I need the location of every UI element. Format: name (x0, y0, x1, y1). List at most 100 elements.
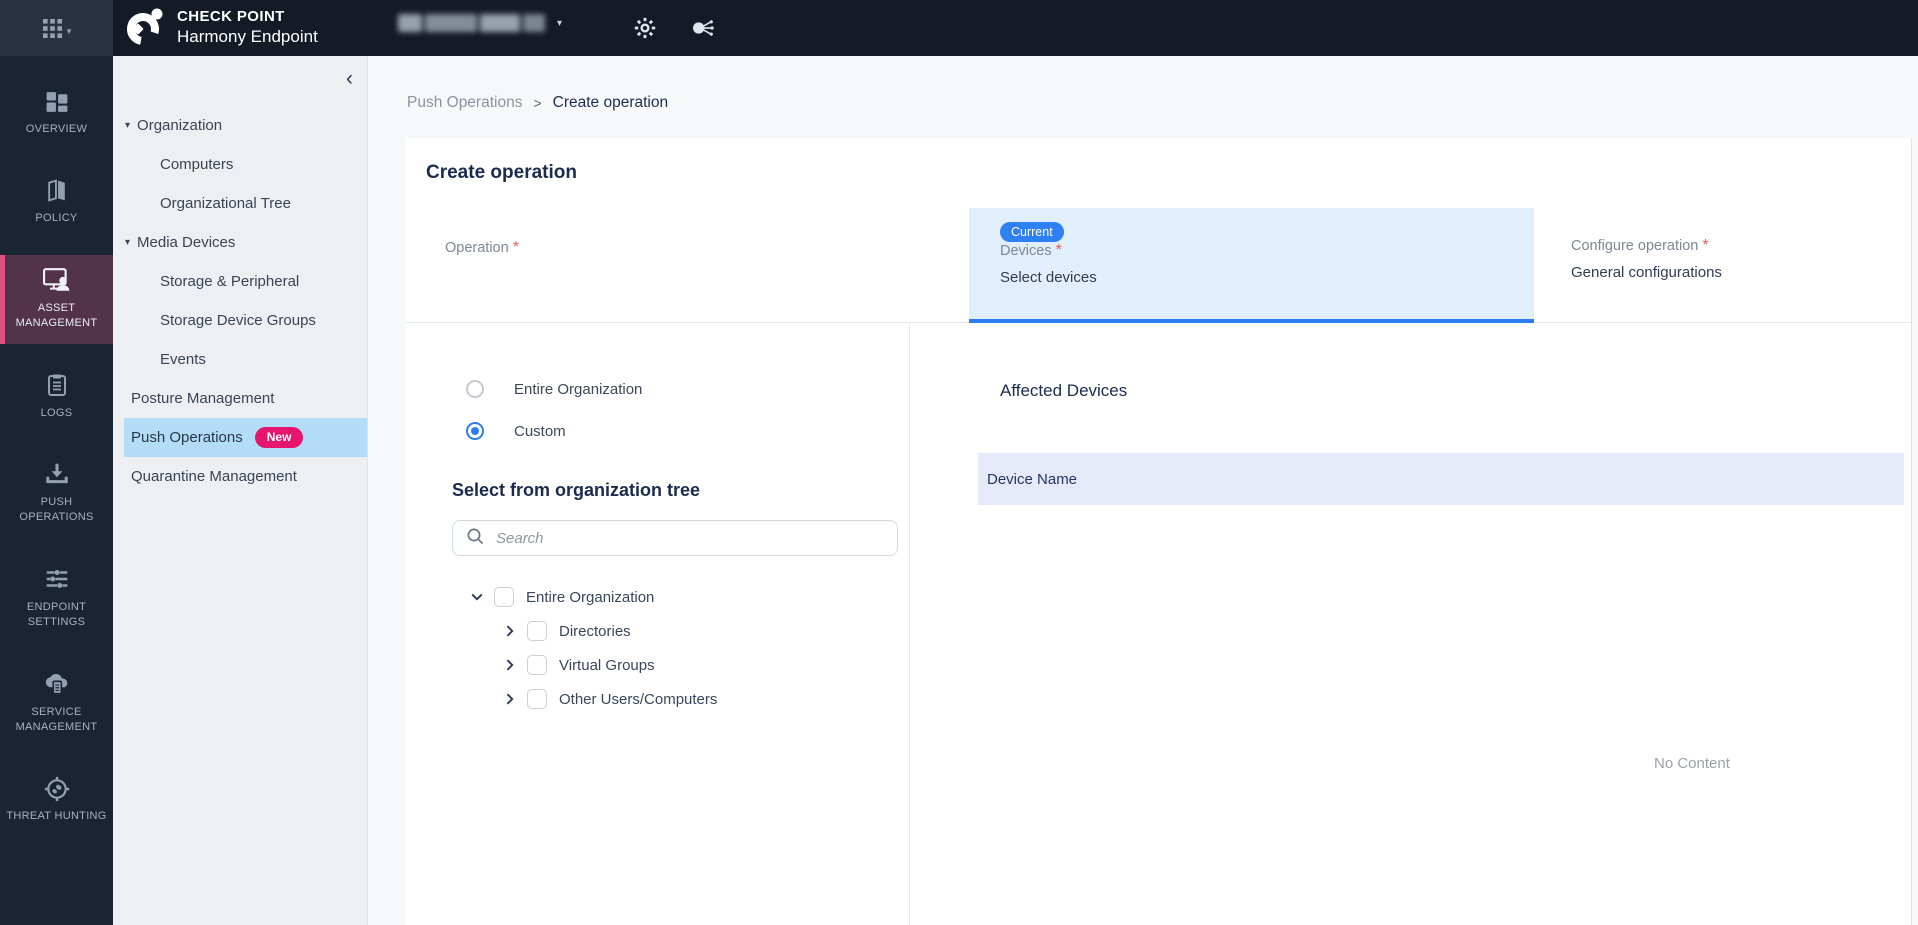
tree-checkbox[interactable] (527, 655, 547, 675)
tree-node-entire-organization[interactable]: Entire Organization (469, 580, 909, 614)
menu-label: Organizational Tree (160, 195, 291, 212)
menu-item-quarantine-management[interactable]: Quarantine Management (113, 457, 367, 496)
create-operation-card: Create operation Operation* Current Devi… (406, 138, 1912, 925)
step-configure-operation[interactable]: Configure operation* General configurati… (1534, 208, 1911, 323)
tree-node-virtual-groups[interactable]: Virtual Groups (502, 648, 909, 682)
affected-devices-heading: Affected Devices (1000, 381, 1127, 401)
menu-item-storage-device-groups[interactable]: Storage Device Groups (113, 301, 367, 340)
sidebar-item-label: LOGS (41, 406, 73, 421)
menu-item-posture-management[interactable]: Posture Management (113, 379, 367, 418)
settings-button[interactable] (630, 14, 660, 44)
step-devices-current[interactable]: Current Devices* Select devices (969, 208, 1534, 323)
sidebar-item-label: PUSH OPERATIONS (4, 495, 109, 526)
section-caret-icon: ▾ (125, 120, 130, 131)
tree-search[interactable] (452, 520, 898, 556)
topbar: ▾ CHECK POINT Harmony Endpoint ▾ (0, 0, 1918, 56)
radio-label: Entire Organization (514, 381, 642, 398)
step-label: Configure operation (1571, 238, 1698, 254)
tree-checkbox[interactable] (527, 621, 547, 641)
search-input[interactable] (496, 530, 885, 547)
sidebar-item-endpoint-settings[interactable]: ENDPOINT SETTINGS (0, 554, 113, 643)
breadcrumb-parent-link[interactable]: Push Operations (407, 94, 522, 112)
empty-state-text: No Content (1654, 755, 1730, 772)
chevron-right-icon[interactable] (502, 657, 518, 673)
sliders-icon (44, 566, 70, 593)
menu-item-computers[interactable]: Computers (113, 145, 367, 184)
step-label: Devices (1000, 243, 1052, 259)
menu-item-events[interactable]: Events (113, 340, 367, 379)
devices-step-content: Entire Organization Custom Select from o… (406, 323, 1911, 925)
account-menu[interactable]: ▾ (398, 14, 562, 32)
affected-devices-panel: Affected Devices Device Name No Content (910, 323, 1911, 925)
download-tray-icon (44, 461, 70, 488)
sidebar-item-threat-hunting[interactable]: THREAT HUNTING (0, 763, 113, 836)
brand-name: CHECK POINT (177, 8, 318, 27)
menu-label: Computers (160, 156, 233, 173)
chevron-right-icon[interactable] (502, 623, 518, 639)
secondary-sidebar: ‹ ▾ Organization Computers Organizationa… (113, 56, 368, 925)
sidebar-item-label: ENDPOINT SETTINGS (4, 600, 109, 631)
tree-node-label: Entire Organization (526, 589, 654, 606)
breadcrumb-current: Create operation (553, 94, 668, 112)
step-sublabel: General configurations (1571, 264, 1911, 281)
gear-icon (632, 29, 658, 44)
menu-item-push-operations[interactable]: Push Operations New (124, 418, 367, 457)
section-caret-icon: ▾ (125, 237, 130, 248)
sidebar-item-label: THREAT HUNTING (6, 809, 106, 824)
chevron-down-icon[interactable] (469, 589, 485, 605)
menu-label: Posture Management (131, 390, 274, 407)
radio-circle-selected[interactable] (466, 422, 484, 440)
clipboard-icon (45, 372, 69, 399)
brand: CHECK POINT Harmony Endpoint (124, 5, 318, 52)
menu-label: Quarantine Management (131, 468, 297, 485)
collapse-sidebar-button[interactable]: ‹ (346, 68, 353, 89)
current-step-badge: Current (1000, 222, 1064, 242)
account-name-redacted (398, 14, 545, 32)
share-button[interactable] (688, 14, 718, 44)
required-asterisk: * (513, 239, 519, 256)
breadcrumb: Push Operations > Create operation (407, 94, 668, 112)
sidebar-item-policy[interactable]: POLICY (0, 165, 113, 238)
menu-label: Push Operations (131, 429, 243, 446)
main-content: Push Operations > Create operation Creat… (368, 56, 1918, 925)
menu-section-organization[interactable]: ▾ Organization (113, 106, 367, 145)
app-launcher-button[interactable]: ▾ (0, 0, 113, 56)
radio-circle[interactable] (466, 380, 484, 398)
new-badge: New (255, 427, 304, 447)
sidebar-item-overview[interactable]: OVERVIEW (0, 76, 113, 149)
launcher-caret-icon: ▾ (67, 26, 72, 37)
menu-item-storage-peripheral[interactable]: Storage & Peripheral (113, 262, 367, 301)
dashboard-tiles-icon (44, 88, 70, 115)
open-book-icon (44, 177, 70, 204)
column-header-label: Device Name (987, 471, 1077, 488)
organization-tree: Entire Organization Directories (452, 580, 909, 716)
radio-entire-organization[interactable]: Entire Organization (466, 380, 909, 398)
tree-node-directories[interactable]: Directories (502, 614, 909, 648)
tree-checkbox[interactable] (527, 689, 547, 709)
radio-dot (471, 427, 479, 435)
sidebar-item-service-management[interactable]: SERVICE MANAGEMENT (0, 659, 113, 748)
chevron-right-icon[interactable] (502, 691, 518, 707)
checkpoint-logo-icon (124, 5, 166, 52)
menu-section-media-devices[interactable]: ▾ Media Devices (113, 223, 367, 262)
sidebar-item-logs[interactable]: LOGS (0, 360, 113, 433)
page-title: Create operation (406, 138, 1911, 184)
sidebar-item-label: ASSET MANAGEMENT (4, 301, 109, 332)
tree-node-other-users-computers[interactable]: Other Users/Computers (502, 682, 909, 716)
step-label: Operation (445, 240, 509, 256)
app-grid-icon (42, 18, 63, 39)
step-operation[interactable]: Operation* (406, 208, 969, 323)
tree-node-label: Virtual Groups (559, 657, 655, 674)
tree-heading: Select from organization tree (452, 480, 909, 501)
crosshair-bug-icon (44, 775, 70, 802)
menu-item-organizational-tree[interactable]: Organizational Tree (113, 184, 367, 223)
sidebar-item-asset-management[interactable]: ASSET MANAGEMENT (0, 255, 113, 344)
device-name-column-header[interactable]: Device Name (978, 453, 1904, 505)
sidebar-item-push-operations[interactable]: PUSH OPERATIONS (0, 449, 113, 538)
menu-label: Organization (137, 117, 222, 134)
menu-label: Events (160, 351, 206, 368)
step-sublabel: Select devices (1000, 269, 1534, 286)
tree-checkbox[interactable] (494, 587, 514, 607)
menu-label: Storage Device Groups (160, 312, 316, 329)
radio-custom[interactable]: Custom (466, 422, 909, 440)
